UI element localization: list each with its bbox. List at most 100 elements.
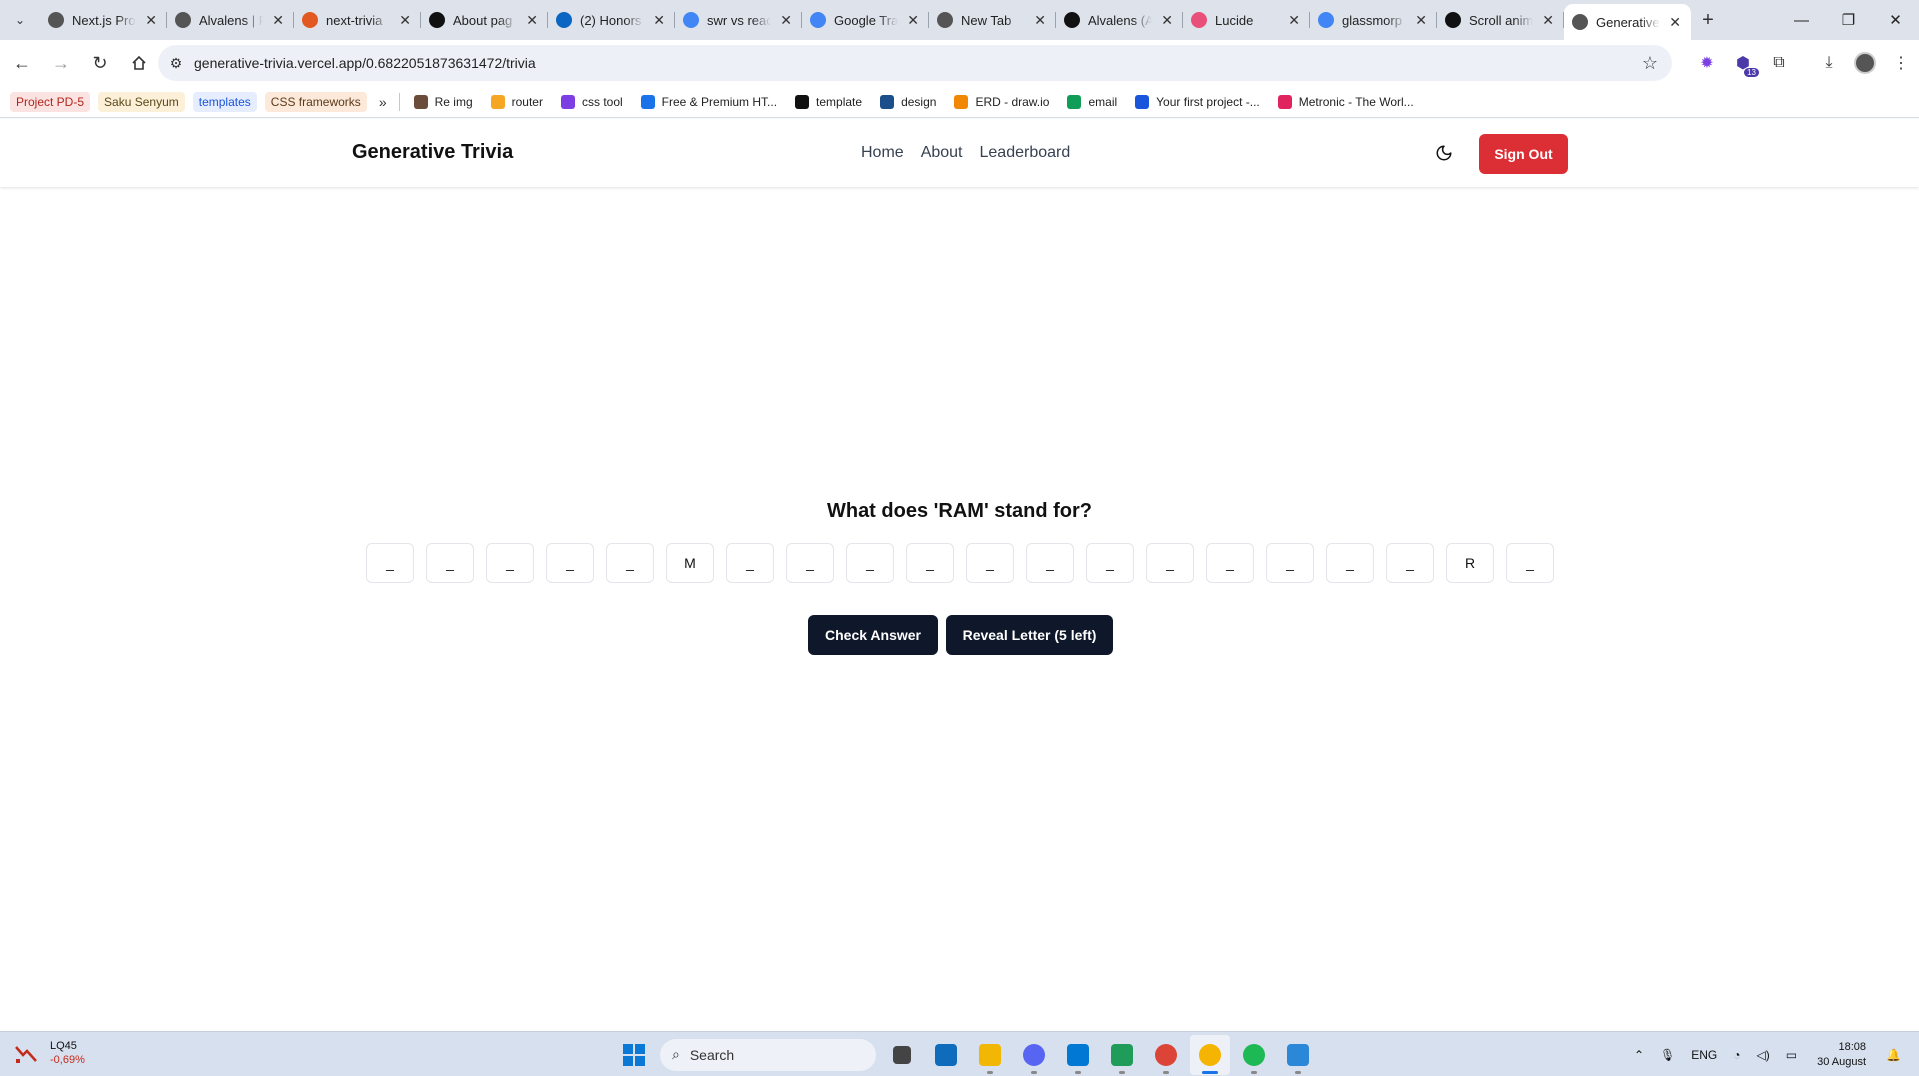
browser-tab[interactable]: New Tab ✕ — [929, 0, 1056, 40]
puzzle-icon[interactable]: ⧉ — [1761, 45, 1797, 81]
extension-badge-icon[interactable]: ⬢ 13 — [1725, 45, 1761, 81]
task-view-icon[interactable] — [882, 1035, 922, 1075]
bookmark-group-chip[interactable]: Saku Senyum — [98, 91, 185, 112]
bookmark-item[interactable]: ERD - draw.io — [954, 94, 1049, 109]
bookmark-item[interactable]: router — [490, 94, 543, 109]
notepad-icon[interactable] — [1278, 1035, 1318, 1075]
tab-search-icon[interactable]: ⌄ — [0, 0, 40, 40]
site-brand[interactable]: Generative Trivia — [352, 141, 513, 164]
bookmark-item[interactable]: Free & Premium HT... — [640, 94, 777, 109]
tab-close-icon[interactable]: ✕ — [526, 12, 538, 29]
close-window-icon[interactable]: ✕ — [1872, 0, 1919, 40]
browser-tab[interactable]: (2) Honors ✕ — [548, 0, 675, 40]
bookmark-group-chip[interactable]: Project PD-5 — [10, 91, 91, 112]
tab-close-icon[interactable]: ✕ — [1669, 14, 1681, 31]
file-explorer-icon[interactable] — [970, 1035, 1010, 1075]
wifi-icon[interactable]: ◔ — [1733, 1048, 1740, 1062]
battery-icon[interactable]: ▭ — [1786, 1048, 1797, 1062]
bookmark-item[interactable]: email — [1067, 94, 1117, 109]
sign-out-button[interactable]: Sign Out — [1479, 134, 1568, 174]
url-text[interactable]: generative-trivia.vercel.app/0.682205187… — [194, 55, 536, 71]
download-icon[interactable]: ⤓ — [1811, 45, 1847, 81]
volume-icon[interactable]: ◁) — [1757, 1048, 1770, 1062]
letter-box[interactable]: R — [1446, 543, 1494, 583]
tab-close-icon[interactable]: ✕ — [1415, 12, 1427, 29]
tab-close-icon[interactable]: ✕ — [907, 12, 919, 29]
reload-icon[interactable]: ↻ — [82, 45, 118, 81]
outlook-icon[interactable] — [926, 1035, 966, 1075]
bookmark-item[interactable]: Your first project -... — [1135, 94, 1260, 109]
microphone-icon[interactable]: 🎙 — [1660, 1048, 1675, 1062]
bookmark-item[interactable]: template — [795, 94, 862, 109]
bookmark-star-icon[interactable]: ☆ — [1642, 53, 1658, 74]
bookmark-item[interactable]: design — [880, 94, 936, 109]
letter-box[interactable]: _ — [1026, 543, 1074, 583]
stock-widget[interactable]: LQ45 -0,69% — [14, 1039, 85, 1067]
restore-icon[interactable]: ❐ — [1825, 0, 1872, 40]
letter-box[interactable]: _ — [606, 543, 654, 583]
moon-icon[interactable] — [1430, 139, 1458, 167]
tab-close-icon[interactable]: ✕ — [1161, 12, 1173, 29]
browser-tab[interactable]: Lucide ✕ — [1183, 0, 1310, 40]
vscode-icon[interactable] — [1058, 1035, 1098, 1075]
letter-box[interactable]: _ — [1086, 543, 1134, 583]
tab-close-icon[interactable]: ✕ — [1288, 12, 1300, 29]
browser-tab[interactable]: next-trivia ✕ — [294, 0, 421, 40]
back-icon[interactable]: ← — [4, 45, 40, 81]
site-info-icon[interactable]: ⚙ — [158, 55, 194, 72]
browser-tab[interactable]: Google Tra ✕ — [802, 0, 929, 40]
notification-bell-icon[interactable]: 🔔 — [1886, 1048, 1901, 1062]
browser-tab[interactable]: Next.js Pro ✕ — [40, 0, 167, 40]
letter-box[interactable]: M — [666, 543, 714, 583]
letter-box[interactable]: _ — [1266, 543, 1314, 583]
tab-close-icon[interactable]: ✕ — [1542, 12, 1554, 29]
browser-tab[interactable]: Generative ✕ — [1564, 4, 1691, 40]
nav-about-link[interactable]: About — [921, 144, 963, 162]
profile-avatar[interactable] — [1847, 45, 1883, 81]
windows-start-icon[interactable] — [614, 1035, 654, 1075]
taskbar-clock[interactable]: 18:08 30 August — [1817, 1040, 1866, 1070]
bookmark-group-chip[interactable]: CSS frameworks — [264, 91, 367, 112]
discord-icon[interactable] — [1014, 1035, 1054, 1075]
nav-leaderboard-link[interactable]: Leaderboard — [980, 144, 1071, 162]
taskbar-search[interactable]: ⌕ Search — [660, 1038, 876, 1071]
tab-close-icon[interactable]: ✕ — [399, 12, 411, 29]
letter-box[interactable]: _ — [1326, 543, 1374, 583]
bookmark-item[interactable]: Re img — [413, 94, 473, 109]
forward-icon[interactable]: → — [43, 45, 79, 81]
reveal-letter-button[interactable]: Reveal Letter (5 left) — [946, 615, 1113, 655]
tab-close-icon[interactable]: ✕ — [272, 12, 284, 29]
tab-close-icon[interactable]: ✕ — [1034, 12, 1046, 29]
tab-close-icon[interactable]: ✕ — [653, 12, 665, 29]
minimize-icon[interactable]: — — [1778, 0, 1825, 40]
vscode-insiders-icon[interactable] — [1102, 1035, 1142, 1075]
letter-box[interactable]: _ — [906, 543, 954, 583]
tray-overflow-icon[interactable]: ⌃ — [1634, 1048, 1644, 1062]
nav-home-link[interactable]: Home — [861, 144, 904, 162]
bookmark-item[interactable]: css tool — [560, 94, 623, 109]
letter-box[interactable]: _ — [846, 543, 894, 583]
spotify-icon[interactable] — [1234, 1035, 1274, 1075]
home-icon[interactable] — [121, 45, 157, 81]
letter-box[interactable]: _ — [1386, 543, 1434, 583]
menu-dots-icon[interactable]: ⋮ — [1883, 45, 1919, 81]
new-tab-button[interactable]: + — [1691, 0, 1725, 40]
bookmark-item[interactable]: Metronic - The Worl... — [1277, 94, 1414, 109]
letter-box[interactable]: _ — [426, 543, 474, 583]
tab-close-icon[interactable]: ✕ — [145, 12, 157, 29]
letter-box[interactable]: _ — [786, 543, 834, 583]
letter-box[interactable]: _ — [1146, 543, 1194, 583]
browser-tab[interactable]: Alvalens | F ✕ — [167, 0, 294, 40]
browser-tab[interactable]: About pag ✕ — [421, 0, 548, 40]
letter-box[interactable]: _ — [366, 543, 414, 583]
letter-box[interactable]: _ — [1506, 543, 1554, 583]
letter-box[interactable]: _ — [1206, 543, 1254, 583]
letter-box[interactable]: _ — [726, 543, 774, 583]
extension-gear-icon[interactable]: ✹ — [1689, 45, 1725, 81]
browser-tab[interactable]: Alvalens (A ✕ — [1056, 0, 1183, 40]
tab-close-icon[interactable]: ✕ — [780, 12, 792, 29]
browser-tab[interactable]: Scroll anim ✕ — [1437, 0, 1564, 40]
browser-tab[interactable]: glassmorp ✕ — [1310, 0, 1437, 40]
browser-tab[interactable]: swr vs reac ✕ — [675, 0, 802, 40]
letter-box[interactable]: _ — [486, 543, 534, 583]
